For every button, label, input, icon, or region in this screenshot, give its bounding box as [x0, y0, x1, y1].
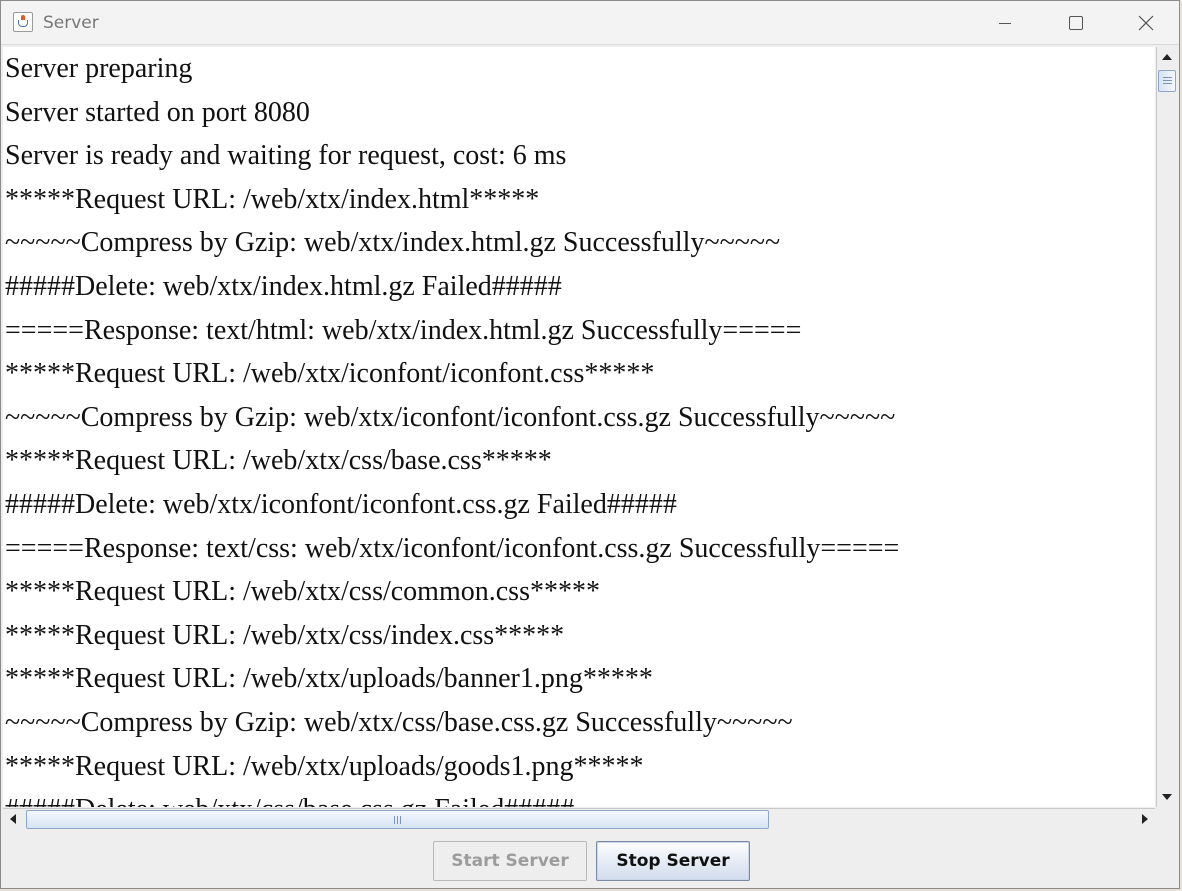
log-line: #####Delete: web/xtx/index.html.gz Faile…: [5, 271, 562, 302]
log-text-area[interactable]: Server preparing Server started on port 8…: [3, 47, 1155, 807]
log-line: Server started on port 8080: [5, 96, 310, 128]
scroll-down-button[interactable]: [1157, 786, 1178, 807]
scroll-up-button[interactable]: [1157, 47, 1178, 68]
log-line: ~~~~~Compress by Gzip: web/xtx/css/base.…: [5, 707, 793, 738]
scroll-right-button[interactable]: [1134, 809, 1155, 830]
log-line: =====Response: text/html: web/xtx/index.…: [5, 314, 802, 346]
log-line: Server is ready and waiting for request,…: [5, 140, 567, 172]
scrollbar-corner: [1156, 808, 1178, 830]
button-bar: Start Server Stop Server: [1, 831, 1179, 888]
java-cup-icon: [13, 12, 33, 32]
log-line: *****Request URL: /web/xtx/css/common.cs…: [5, 576, 600, 608]
close-button[interactable]: [1111, 1, 1181, 45]
window-title: Server: [43, 13, 99, 33]
log-line: Server preparing: [5, 53, 193, 84]
log-line: *****Request URL: /web/xtx/iconfont/icon…: [5, 358, 655, 390]
vertical-scrollbar[interactable]: [1156, 47, 1178, 807]
vertical-scroll-thumb[interactable]: [1158, 70, 1176, 92]
start-server-button[interactable]: Start Server: [433, 841, 587, 881]
log-line: #####Delete: web/xtx/css/base.css.gz Fai…: [5, 788, 574, 807]
maximize-button[interactable]: [1040, 1, 1110, 45]
log-line: ~~~~~Compress by Gzip: web/xtx/index.htm…: [5, 227, 781, 259]
close-icon: [1138, 15, 1154, 31]
minimize-button[interactable]: [969, 1, 1039, 45]
log-line: ~~~~~Compress by Gzip: web/xtx/iconfont/…: [5, 401, 896, 433]
log-line: =====Response: text/css: web/xtx/iconfon…: [5, 532, 900, 564]
log-line: *****Request URL: /web/xtx/uploads/goods…: [5, 750, 644, 782]
arrow-up-icon: [1162, 54, 1172, 60]
stop-server-button[interactable]: Stop Server: [596, 841, 750, 881]
horizontal-scroll-thumb[interactable]: [26, 810, 769, 829]
log-line: *****Request URL: /web/xtx/index.html***…: [5, 183, 540, 215]
server-window: Server Server preparing Server started on…: [0, 0, 1180, 889]
horizontal-scrollbar[interactable]: [3, 808, 1155, 830]
log-line: *****Request URL: /web/xtx/css/index.css…: [5, 619, 565, 651]
title-bar[interactable]: Server: [1, 1, 1179, 45]
scroll-left-button[interactable]: [3, 809, 24, 830]
arrow-left-icon: [10, 814, 16, 824]
arrow-down-icon: [1162, 794, 1172, 800]
arrow-right-icon: [1142, 814, 1148, 824]
log-line: *****Request URL: /web/xtx/uploads/banne…: [5, 663, 653, 695]
log-line: *****Request URL: /web/xtx/css/base.css*…: [5, 445, 552, 477]
log-line: #####Delete: web/xtx/iconfont/iconfont.c…: [5, 489, 677, 520]
